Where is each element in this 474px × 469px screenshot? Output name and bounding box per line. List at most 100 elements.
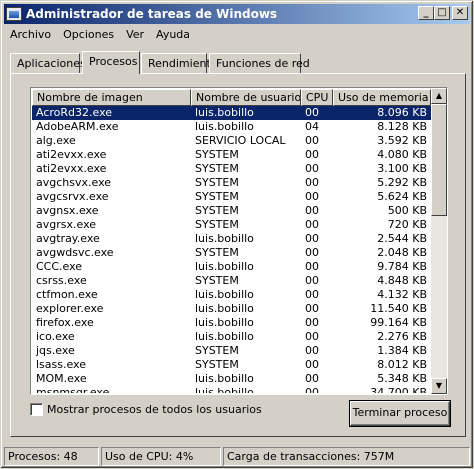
cell-cpu: 00 <box>305 190 319 203</box>
table-row[interactable]: AcroRd32.exe luis.bobillo 00 8.096 KB <box>32 106 431 120</box>
table-row[interactable]: firefox.exe luis.bobillo 00 99.164 KB <box>32 316 431 330</box>
column-header-memory[interactable]: Uso de memoria <box>333 89 431 106</box>
table-row[interactable]: alg.exe SERVICIO LOCAL 00 3.592 KB <box>32 134 431 148</box>
cell-cpu: 00 <box>305 386 319 393</box>
cell-memory: 1.384 KB <box>377 344 427 357</box>
cell-cpu: 00 <box>305 176 319 189</box>
table-row[interactable]: CCC.exe luis.bobillo 00 9.784 KB <box>32 260 431 274</box>
cell-user-name: SYSTEM <box>195 218 239 231</box>
cell-cpu: 00 <box>305 148 319 161</box>
table-row[interactable]: explorer.exe luis.bobillo 00 11.540 KB <box>32 302 431 316</box>
cell-user-name: luis.bobillo <box>195 232 254 245</box>
cell-memory: 500 KB <box>387 204 427 217</box>
maximize-button[interactable]: □ <box>434 6 450 20</box>
cell-user-name: luis.bobillo <box>195 372 254 385</box>
table-row[interactable]: avgrsx.exe SYSTEM 00 720 KB <box>32 218 431 232</box>
cell-image-name: avgrsx.exe <box>36 218 97 231</box>
menu-ver[interactable]: Ver <box>120 28 150 41</box>
cell-cpu: 04 <box>305 120 319 133</box>
minimize-icon: _ <box>423 7 429 18</box>
vertical-scrollbar[interactable]: ▲ ▼ <box>431 88 447 394</box>
cell-user-name: luis.bobillo <box>195 302 254 315</box>
table-row[interactable]: avgcsrvx.exe SYSTEM 00 5.624 KB <box>32 190 431 204</box>
cell-image-name: firefox.exe <box>36 316 94 329</box>
status-commit-charge: Carga de transacciones: 757M <box>223 447 470 466</box>
table-row[interactable]: ico.exe luis.bobillo 00 2.276 KB <box>32 330 431 344</box>
cell-user-name: SYSTEM <box>195 190 239 203</box>
cell-image-name: csrss.exe <box>36 274 87 287</box>
cell-user-name: SYSTEM <box>195 246 239 259</box>
table-row[interactable]: jqs.exe SYSTEM 00 1.384 KB <box>32 344 431 358</box>
cell-memory: 8.096 KB <box>333 106 431 120</box>
menu-opciones[interactable]: Opciones <box>57 28 120 41</box>
cell-image-name: avgnsx.exe <box>36 204 99 217</box>
table-row[interactable]: avgtray.exe luis.bobillo 00 2.544 KB <box>32 232 431 246</box>
cell-cpu: 00 <box>305 330 319 343</box>
tab-funciones-de-red[interactable]: Funciones de red <box>209 53 310 73</box>
cell-image-name: lsass.exe <box>36 358 86 371</box>
cell-image-name: avgchsvx.exe <box>36 176 112 189</box>
cell-cpu: 00 <box>301 106 333 120</box>
cell-image-name: MOM.exe <box>36 372 87 385</box>
table-row[interactable]: ati2evxx.exe SYSTEM 00 4.080 KB <box>32 148 431 162</box>
menu-archivo[interactable]: Archivo <box>4 28 57 41</box>
cell-image-name: avgwdsvc.exe <box>36 246 114 259</box>
tab-procesos[interactable]: Procesos <box>82 51 140 74</box>
cell-image-name: ico.exe <box>36 330 75 343</box>
close-icon: ✕ <box>455 7 465 18</box>
cell-user-name: luis.bobillo <box>191 106 301 120</box>
cell-memory: 4.080 KB <box>377 148 427 161</box>
column-header-cpu[interactable]: CPU <box>301 89 333 106</box>
table-row[interactable]: msnmsgr.exe luis.bobillo 00 34.700 KB <box>32 386 431 393</box>
cell-image-name: AdobeARM.exe <box>36 120 119 133</box>
cell-user-name: luis.bobillo <box>195 288 254 301</box>
cell-cpu: 00 <box>305 260 319 273</box>
cell-cpu: 00 <box>305 134 319 147</box>
minimize-button[interactable]: _ <box>418 6 434 20</box>
tab-rendimiento[interactable]: Rendimiento <box>141 53 217 73</box>
cell-cpu: 00 <box>305 372 319 385</box>
table-row[interactable]: AdobeARM.exe luis.bobillo 04 8.128 KB <box>32 120 431 134</box>
show-all-users-checkbox[interactable] <box>30 403 43 416</box>
cell-image-name: alg.exe <box>36 134 76 147</box>
task-manager-window: Administrador de tareas de Windows _ □ ✕… <box>0 0 474 469</box>
title-bar[interactable]: Administrador de tareas de Windows _ □ ✕ <box>4 4 470 24</box>
cell-memory: 2.048 KB <box>377 246 427 259</box>
process-list[interactable]: Nombre de imagen Nombre de usuario CPU U… <box>30 87 448 395</box>
cell-image-name: ati2evxx.exe <box>36 148 107 161</box>
show-all-users-label: Mostrar procesos de todos los usuarios <box>47 403 262 416</box>
show-all-users-option[interactable]: Mostrar procesos de todos los usuarios <box>30 403 262 416</box>
scroll-up-button[interactable]: ▲ <box>431 88 447 104</box>
window-title: Administrador de tareas de Windows <box>26 7 278 21</box>
cell-image-name: ati2evxx.exe <box>36 162 107 175</box>
table-row[interactable]: ati2evxx.exe SYSTEM 00 3.100 KB <box>32 162 431 176</box>
column-header-user-name[interactable]: Nombre de usuario <box>191 89 301 106</box>
cell-cpu: 00 <box>305 302 319 315</box>
cell-cpu: 00 <box>305 358 319 371</box>
menu-ayuda[interactable]: Ayuda <box>150 28 196 41</box>
table-row[interactable]: avgchsvx.exe SYSTEM 00 5.292 KB <box>32 176 431 190</box>
table-row[interactable]: avgnsx.exe SYSTEM 00 500 KB <box>32 204 431 218</box>
cell-user-name: luis.bobillo <box>195 330 254 343</box>
cell-memory: 2.544 KB <box>377 232 427 245</box>
end-process-button[interactable]: Terminar proceso <box>350 401 450 426</box>
cell-memory: 2.276 KB <box>377 330 427 343</box>
cell-memory: 4.132 KB <box>377 288 427 301</box>
scroll-thumb[interactable] <box>431 104 447 216</box>
cell-user-name: luis.bobillo <box>195 386 254 393</box>
cell-cpu: 00 <box>305 288 319 301</box>
table-row[interactable]: ctfmon.exe luis.bobillo 00 4.132 KB <box>32 288 431 302</box>
cell-memory: 11.540 KB <box>370 302 427 315</box>
close-button[interactable]: ✕ <box>452 6 468 20</box>
table-row[interactable]: MOM.exe luis.bobillo 00 5.348 KB <box>32 372 431 386</box>
table-row[interactable]: avgwdsvc.exe SYSTEM 00 2.048 KB <box>32 246 431 260</box>
table-row[interactable]: lsass.exe SYSTEM 00 8.012 KB <box>32 358 431 372</box>
cell-image-name: avgtray.exe <box>36 232 100 245</box>
table-row[interactable]: csrss.exe SYSTEM 00 4.848 KB <box>32 274 431 288</box>
tab-aplicaciones[interactable]: Aplicaciones <box>10 53 86 73</box>
cell-image-name: msnmsgr.exe <box>36 386 110 393</box>
list-body: AcroRd32.exe luis.bobillo 00 8.096 KB AdobeA… <box>32 106 431 393</box>
menu-bar: Archivo Opciones Ver Ayuda <box>4 25 196 43</box>
column-header-image-name[interactable]: Nombre de imagen <box>32 89 191 106</box>
scroll-down-button[interactable]: ▼ <box>431 378 447 394</box>
